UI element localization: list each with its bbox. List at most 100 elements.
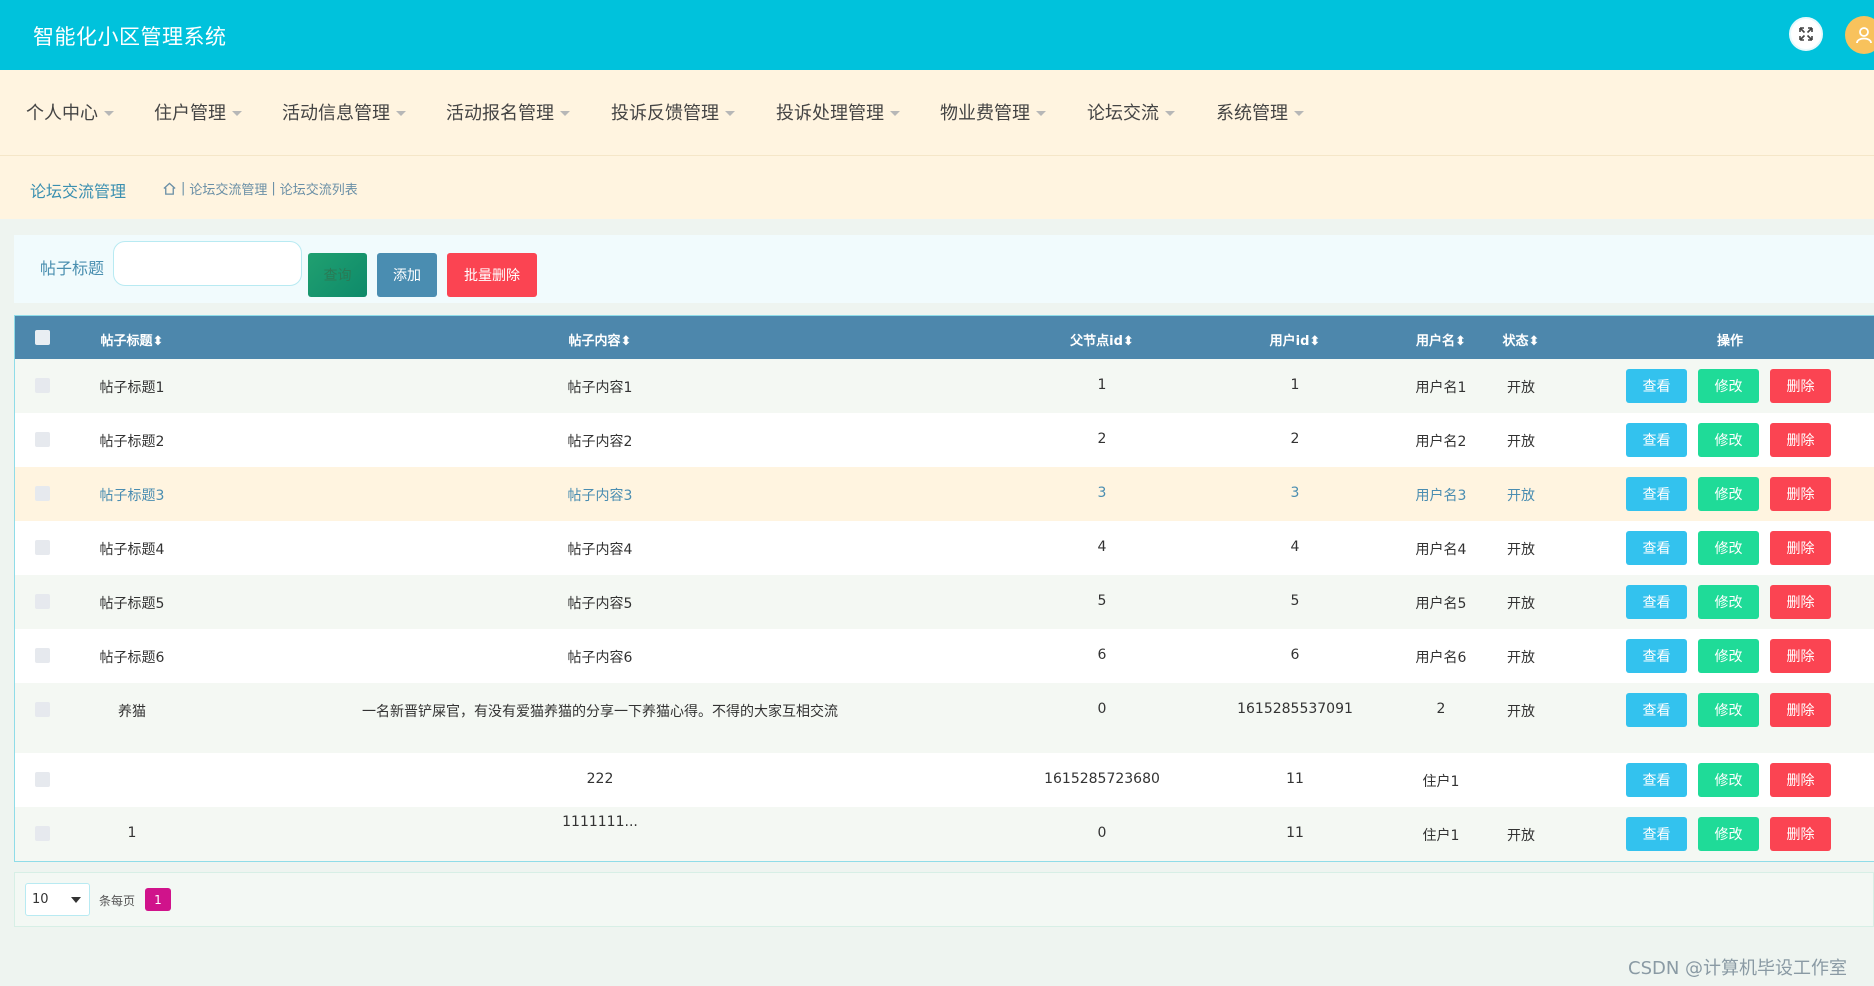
row-checkbox[interactable]: [35, 432, 50, 447]
home-icon[interactable]: [162, 181, 177, 196]
search-panel: 帖子标题 查询 添加 批量删除: [14, 235, 1874, 303]
cell-status: 开放: [1507, 488, 1535, 504]
table-row[interactable]: 帖子标题1 帖子内容1 1 1 用户名1 开放 查看 修改 删除: [15, 359, 1874, 413]
cell-title: 养猫: [118, 704, 146, 720]
cell-username: 住户1: [1422, 828, 1460, 844]
row-checkbox[interactable]: [35, 702, 50, 717]
col-username[interactable]: 用户名⬍: [1416, 330, 1466, 349]
fullscreen-button[interactable]: [1789, 17, 1823, 51]
edit-button[interactable]: 修改: [1698, 477, 1759, 511]
nav-item-6[interactable]: 物业费管理: [940, 99, 1046, 125]
edit-button[interactable]: 修改: [1698, 817, 1759, 851]
caret-down-icon: [1036, 110, 1046, 116]
cell-username: 用户名5: [1415, 596, 1467, 612]
delete-button[interactable]: 删除: [1770, 369, 1831, 403]
edit-button[interactable]: 修改: [1698, 369, 1759, 403]
col-parent[interactable]: 父节点id⬍: [1070, 330, 1134, 349]
add-button[interactable]: 添加: [377, 253, 437, 297]
cell-user-id: 1615285537091: [1237, 701, 1353, 717]
nav-item-7[interactable]: 论坛交流: [1087, 99, 1175, 125]
search-label: 帖子标题: [40, 259, 105, 278]
col-userid[interactable]: 用户id⬍: [1270, 330, 1321, 349]
cell-content: 222: [586, 771, 614, 787]
cell-user-id: 2: [1290, 431, 1300, 447]
cell-content: 帖子内容1: [567, 380, 633, 396]
delete-button[interactable]: 删除: [1770, 693, 1831, 727]
batch-delete-button[interactable]: 批量删除: [447, 253, 537, 297]
nav-item-4[interactable]: 投诉反馈管理: [611, 99, 735, 125]
nav-item-3[interactable]: 活动报名管理: [446, 99, 570, 125]
delete-button[interactable]: 删除: [1770, 423, 1831, 457]
view-button[interactable]: 查看: [1626, 817, 1687, 851]
nav-item-0[interactable]: 个人中心: [26, 99, 114, 125]
view-button[interactable]: 查看: [1626, 369, 1687, 403]
view-button[interactable]: 查看: [1626, 639, 1687, 673]
row-checkbox[interactable]: [35, 594, 50, 609]
app-title: 智能化小区管理系统: [33, 25, 227, 49]
table-row[interactable]: 1 1111111... 0 11 住户1 开放 查看 修改 删除: [15, 807, 1874, 861]
col-content[interactable]: 帖子内容⬍: [569, 330, 632, 349]
table-row[interactable]: 养猫 一名新晋铲屎官，有没有爱猫养猫的分享一下养猫心得。不得的大家互相交流 0 161…: [15, 683, 1874, 753]
breadcrumb-bar: 论坛交流管理 | 论坛交流管理 | 论坛交流列表: [0, 156, 1874, 219]
row-checkbox[interactable]: [35, 648, 50, 663]
cell-title: 帖子标题4: [99, 542, 165, 558]
user-avatar[interactable]: [1845, 16, 1874, 54]
edit-button[interactable]: 修改: [1698, 531, 1759, 565]
nav-item-8[interactable]: 系统管理: [1216, 99, 1304, 125]
cell-status: 开放: [1507, 650, 1535, 666]
cell-status: 开放: [1507, 380, 1535, 396]
view-button[interactable]: 查看: [1626, 693, 1687, 727]
view-button[interactable]: 查看: [1626, 477, 1687, 511]
delete-button[interactable]: 删除: [1770, 763, 1831, 797]
cell-parent-id: 3: [1097, 485, 1107, 501]
row-checkbox[interactable]: [35, 540, 50, 555]
breadcrumb-link[interactable]: 论坛交流管理: [189, 179, 267, 198]
nav-item-2[interactable]: 活动信息管理: [282, 99, 406, 125]
table-row[interactable]: 222 1615285723680 11 住户1 查看 修改 删除: [15, 753, 1874, 807]
delete-button[interactable]: 删除: [1770, 477, 1831, 511]
row-checkbox[interactable]: [35, 486, 50, 501]
table-row[interactable]: 帖子标题6 帖子内容6 6 6 用户名6 开放 查看 修改 删除: [15, 629, 1874, 683]
edit-button[interactable]: 修改: [1698, 763, 1759, 797]
page-size-select[interactable]: 10: [25, 883, 90, 916]
page-number-current[interactable]: 1: [145, 888, 171, 911]
search-input[interactable]: [113, 241, 302, 286]
row-checkbox[interactable]: [35, 772, 50, 787]
edit-button[interactable]: 修改: [1698, 423, 1759, 457]
row-checkbox[interactable]: [35, 378, 50, 393]
table-row[interactable]: 帖子标题4 帖子内容4 4 4 用户名4 开放 查看 修改 删除: [15, 521, 1874, 575]
view-button[interactable]: 查看: [1626, 763, 1687, 797]
view-button[interactable]: 查看: [1626, 585, 1687, 619]
query-button[interactable]: 查询: [308, 253, 367, 297]
delete-button[interactable]: 删除: [1770, 639, 1831, 673]
main-nav: 个人中心 住户管理 活动信息管理 活动报名管理 投诉反馈管理 投诉处理管理 物业费管理 论坛交…: [0, 70, 1874, 156]
view-button[interactable]: 查看: [1626, 531, 1687, 565]
edit-button[interactable]: 修改: [1698, 585, 1759, 619]
row-checkbox[interactable]: [35, 826, 50, 841]
nav-item-1[interactable]: 住户管理: [154, 99, 242, 125]
nav-item-5[interactable]: 投诉处理管理: [776, 99, 900, 125]
breadcrumb: | 论坛交流管理 | 论坛交流列表: [162, 179, 358, 198]
cell-content: 帖子内容6: [567, 650, 633, 666]
cell-content: 帖子内容5: [567, 596, 633, 612]
nav-item-label: 活动报名管理: [446, 103, 554, 124]
edit-button[interactable]: 修改: [1698, 639, 1759, 673]
expand-icon: [1799, 27, 1813, 41]
select-all-checkbox[interactable]: [35, 330, 50, 345]
page-size-value: 10: [32, 892, 49, 907]
cell-user-id: 1: [1290, 377, 1300, 393]
table-row[interactable]: 帖子标题3 帖子内容3 3 3 用户名3 开放 查看 修改 删除: [15, 467, 1874, 521]
nav-item-label: 投诉处理管理: [776, 103, 884, 124]
table-row[interactable]: 帖子标题5 帖子内容5 5 5 用户名5 开放 查看 修改 删除: [15, 575, 1874, 629]
delete-button[interactable]: 删除: [1770, 817, 1831, 851]
cell-user-id: 5: [1290, 593, 1300, 609]
col-status[interactable]: 状态⬍: [1503, 330, 1540, 349]
delete-button[interactable]: 删除: [1770, 531, 1831, 565]
caret-down-icon: [560, 110, 570, 116]
view-button[interactable]: 查看: [1626, 423, 1687, 457]
table-row[interactable]: 帖子标题2 帖子内容2 2 2 用户名2 开放 查看 修改 删除: [15, 413, 1874, 467]
edit-button[interactable]: 修改: [1698, 693, 1759, 727]
breadcrumb-sep: |: [271, 181, 276, 196]
delete-button[interactable]: 删除: [1770, 585, 1831, 619]
col-title[interactable]: 帖子标题⬍: [101, 330, 164, 349]
